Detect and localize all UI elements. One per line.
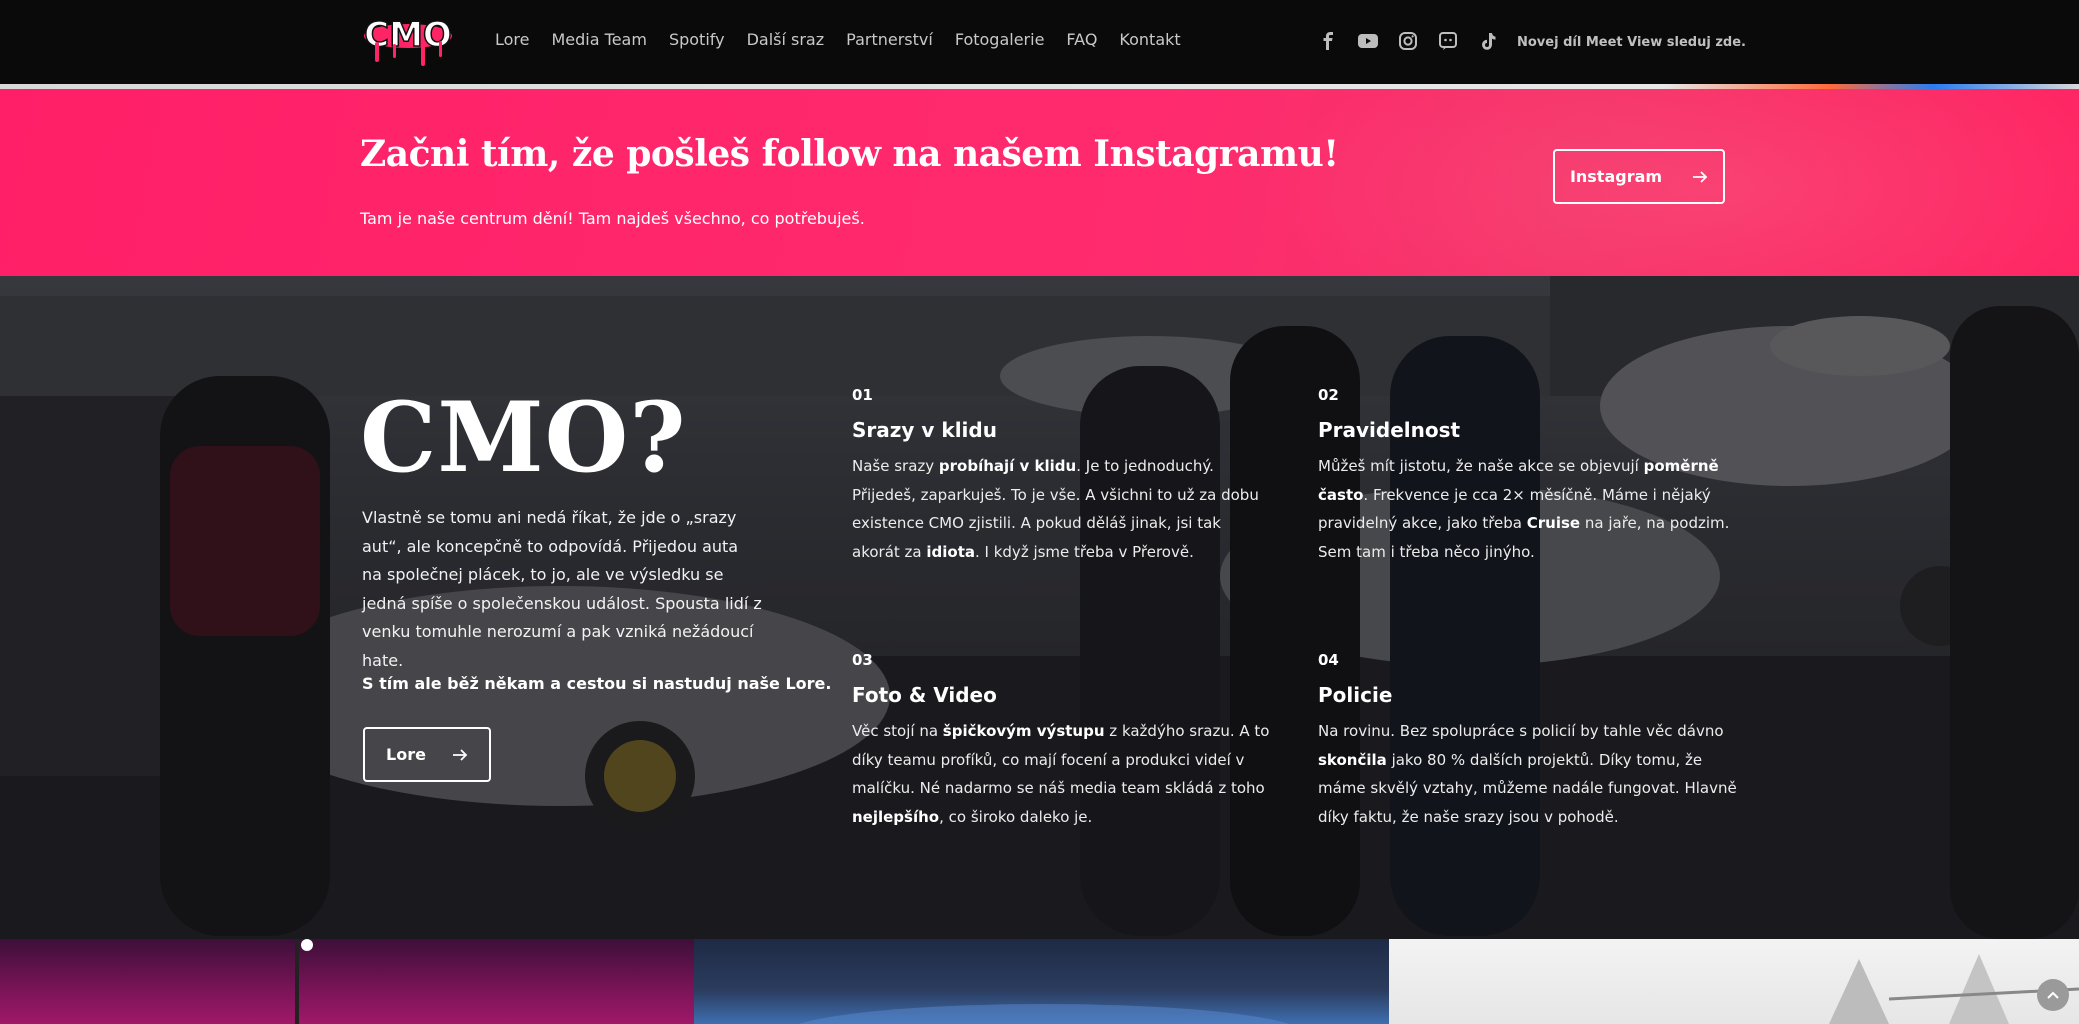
instagram-button[interactable]: Instagram	[1553, 149, 1725, 204]
lore-button-label: Lore	[386, 745, 426, 764]
arrow-right-icon	[452, 748, 468, 761]
feature-srazy: 01 Srazy v klidu Naše srazy probíhají v …	[852, 386, 1272, 566]
gallery-tile[interactable]	[694, 939, 1389, 1024]
cmo-logo[interactable]: CMO	[359, 14, 457, 70]
nav-fotogalerie[interactable]: Fotogalerie	[955, 30, 1045, 49]
intro-text: Vlastně se tomu ani nedá říkat, že jde o…	[362, 508, 762, 670]
banner-title: Začni tím, že pošleš follow na našem Ins…	[360, 133, 1339, 175]
intro-bold-text: S tím ale běž někam a cestou si nastuduj…	[362, 674, 832, 693]
feature-title: Foto & Video	[852, 683, 997, 707]
feature-number: 04	[1318, 651, 1339, 669]
nav-spotify[interactable]: Spotify	[669, 30, 725, 49]
tiktok-icon[interactable]	[1478, 31, 1498, 51]
site-header: CMO Lore Media Team Spotify Další sraz P…	[0, 0, 2079, 84]
main-nav: Lore Media Team Spotify Další sraz Partn…	[495, 30, 1203, 49]
nav-faq[interactable]: FAQ	[1066, 30, 1097, 49]
feature-pravidelnost: 02 Pravidelnost Můžeš mít jistotu, že na…	[1318, 386, 1738, 566]
nav-kontakt[interactable]: Kontakt	[1119, 30, 1180, 49]
feature-text: Můžeš mít jistotu, že naše akce se objev…	[1318, 457, 1730, 561]
cmo-heading: CMO?	[360, 381, 687, 494]
feature-title: Pravidelnost	[1318, 418, 1461, 442]
youtube-icon[interactable]	[1358, 31, 1378, 51]
feature-title: Policie	[1318, 683, 1393, 707]
social-links	[1318, 31, 1498, 51]
feature-title: Srazy v klidu	[852, 418, 997, 442]
meet-view-link[interactable]: Novej díl Meet View sleduj zde.	[1517, 35, 1746, 50]
gallery-tile[interactable]	[0, 939, 694, 1024]
instagram-button-label: Instagram	[1569, 167, 1663, 186]
nav-partnerstvi[interactable]: Partnerství	[846, 30, 933, 49]
scroll-to-top-button[interactable]	[2037, 979, 2069, 1011]
feature-number: 02	[1318, 386, 1339, 404]
hero-dark-overlay	[0, 276, 2079, 939]
feature-number: 03	[852, 651, 873, 669]
facebook-icon[interactable]	[1318, 31, 1338, 51]
lore-button[interactable]: Lore	[363, 727, 491, 782]
gallery-tile[interactable]	[1389, 939, 2079, 1024]
instagram-icon[interactable]	[1398, 31, 1418, 51]
nav-media-team[interactable]: Media Team	[552, 30, 647, 49]
banner-subtitle: Tam je naše centrum dění! Tam najdeš vše…	[360, 209, 865, 228]
nav-lore[interactable]: Lore	[495, 30, 530, 49]
feature-policie: 04 Policie Na rovinu. Bez spolupráce s p…	[1318, 651, 1738, 831]
feature-foto-video: 03 Foto & Video Věc stojí na špičkovým v…	[852, 651, 1272, 831]
nav-dalsi-sraz[interactable]: Další sraz	[747, 30, 825, 49]
feature-text: Věc stojí na špičkovým výstupu z každýho…	[852, 722, 1270, 826]
arrow-right-icon	[1693, 170, 1708, 183]
discord-icon[interactable]	[1438, 31, 1458, 51]
chevron-up-icon	[2047, 991, 2059, 999]
feature-number: 01	[852, 386, 873, 404]
instagram-banner: Začni tím, že pošleš follow na našem Ins…	[0, 89, 2079, 276]
feature-text: Na rovinu. Bez spolupráce s policií by t…	[1318, 722, 1737, 826]
feature-text: Naše srazy probíhají v klidu. Je to jedn…	[852, 457, 1259, 561]
gallery-preview	[0, 939, 2079, 1024]
about-cmo-section: CMO? Vlastně se tomu ani nedá říkat, že …	[0, 276, 2079, 939]
